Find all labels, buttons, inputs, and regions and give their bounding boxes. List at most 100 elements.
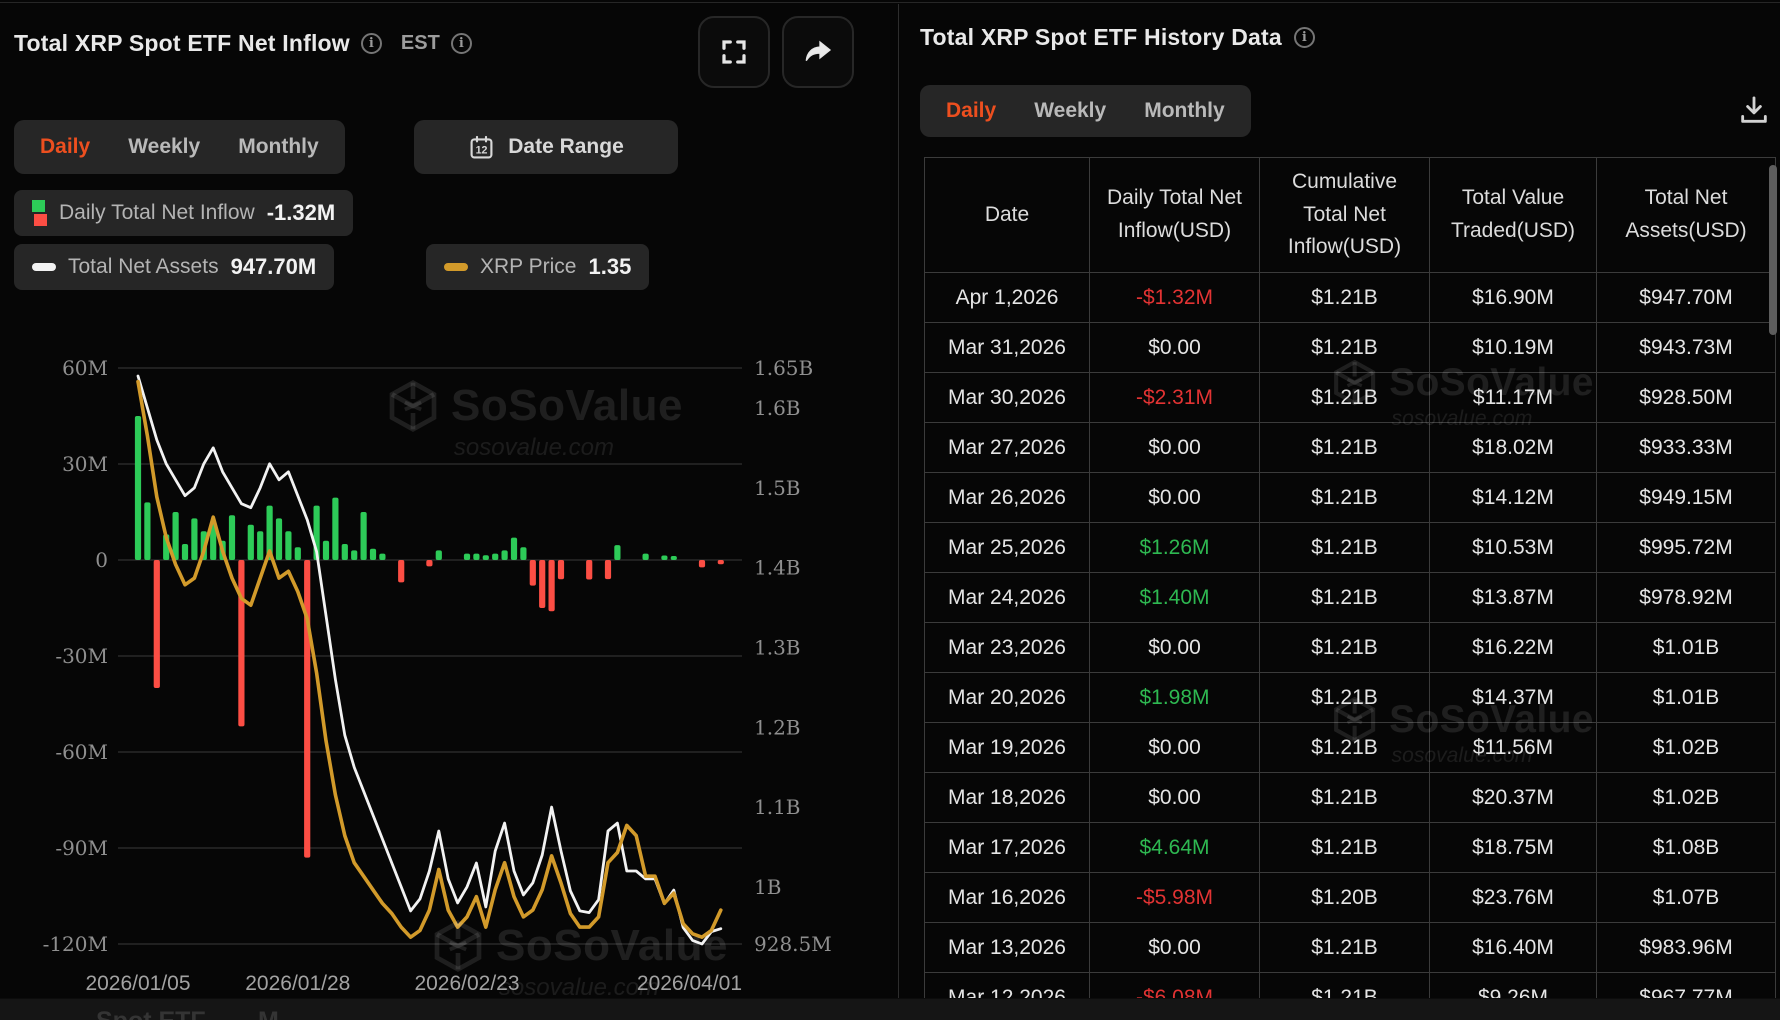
inflow-bar[interactable] (351, 550, 358, 560)
inflow-bar[interactable] (379, 553, 386, 560)
clipped-next-section: Spot ETF M (0, 998, 1780, 1020)
inflow-bar[interactable] (435, 550, 442, 560)
inflow-bar[interactable] (322, 540, 330, 560)
table-row[interactable]: Mar 17,2026 $4.64M $1.21B $18.75M $1.08B (924, 823, 1776, 873)
inflow-bar[interactable] (257, 531, 264, 560)
table-row[interactable]: Mar 30,2026 -$2.31M $1.21B $11.17M $928.50M (924, 373, 1776, 423)
table-row[interactable]: Mar 26,2026 $0.00 $1.21B $14.12M $949.15M (924, 473, 1776, 523)
right-axis-tick: 1.3B (754, 635, 801, 659)
tab-monthly[interactable]: Monthly (1144, 99, 1224, 123)
legend-value: 947.70M (230, 254, 317, 279)
inflow-bar[interactable] (473, 553, 480, 560)
legend-value: -1.32M (266, 200, 336, 225)
inflow-bar[interactable] (426, 560, 433, 567)
top-divider (0, 2, 1780, 3)
table-row[interactable]: Mar 20,2026 $1.98M $1.21B $14.37M $1.01B (924, 673, 1776, 723)
inflow-bar[interactable] (247, 524, 254, 560)
inflow-bar[interactable] (398, 560, 405, 583)
table-row[interactable]: Apr 1,2026 -$1.32M $1.21B $16.90M $947.70M (924, 273, 1776, 323)
inflow-bar[interactable] (670, 555, 677, 560)
fullscreen-button[interactable] (698, 16, 770, 88)
inflow-bar[interactable] (557, 560, 565, 580)
inflow-bar[interactable] (717, 560, 724, 565)
download-button[interactable] (1732, 88, 1776, 132)
inflow-bar[interactable] (341, 544, 348, 560)
table-info-icon[interactable]: i (1293, 27, 1315, 48)
inflow-bar[interactable] (492, 553, 499, 560)
net-inflow-chart[interactable]: 60M 30M 0 -30M -60M -90M -120M 1.65B 1.6B 1.5B 1.4… (0, 300, 898, 1020)
table-row[interactable]: Mar 19,2026 $0.00 $1.21B $11.56M $1.02B (924, 723, 1776, 773)
tab-weekly[interactable]: Weekly (128, 135, 200, 159)
table-row[interactable]: Mar 27,2026 $0.00 $1.21B $18.02M $933.33M (924, 423, 1776, 473)
inflow-bar[interactable] (238, 560, 245, 727)
table-cell: $18.02M (1430, 423, 1597, 472)
inflow-bar[interactable] (642, 553, 649, 560)
inflow-bar[interactable] (181, 544, 189, 560)
inflow-bar[interactable] (539, 560, 546, 608)
table-row[interactable]: Mar 16,2026 -$5.98M $1.20B $23.76M $1.07B (924, 873, 1776, 923)
tab-monthly[interactable]: Monthly (238, 135, 318, 159)
inflow-bar[interactable] (604, 560, 612, 580)
table-row[interactable]: Mar 12,2026 -$6.08M $1.21B $9.26M $967.77M (924, 973, 1776, 998)
table-cell: $983.96M (1597, 923, 1776, 972)
inflow-bar[interactable] (285, 531, 292, 560)
table-cell: $1.21B (1260, 273, 1430, 322)
tab-weekly[interactable]: Weekly (1034, 99, 1106, 123)
inflow-bar[interactable] (144, 502, 151, 560)
inflow-bar[interactable] (482, 555, 489, 560)
inflow-bar[interactable] (228, 515, 236, 560)
inflow-bar[interactable] (332, 497, 339, 560)
table-row[interactable]: Mar 13,2026 $0.00 $1.21B $16.40M $983.96M (924, 923, 1776, 973)
inflow-bar[interactable] (294, 547, 301, 560)
inflow-bar[interactable] (586, 560, 593, 580)
table-cell: $978.92M (1597, 573, 1776, 622)
inflow-bar[interactable] (360, 512, 367, 560)
inflow-bar[interactable] (548, 560, 555, 612)
legend-item-xrp-price[interactable]: XRP Price 1.35 (426, 244, 650, 290)
legend-item-daily-total-net-inflow[interactable]: Daily Total Net Inflow -1.32M (14, 190, 354, 236)
info-icon[interactable]: i (360, 33, 382, 54)
table-cell: $933.33M (1597, 423, 1776, 472)
history-data-table[interactable]: Date Daily Total Net Inflow(USD) Cumulativ… (924, 157, 1776, 998)
share-button[interactable] (782, 16, 854, 88)
table-cell: $0.00 (1090, 423, 1260, 472)
timezone-info-icon[interactable]: i (450, 33, 472, 54)
inflow-bar[interactable] (510, 537, 518, 560)
table-row[interactable]: Mar 31,2026 $0.00 $1.21B $10.19M $943.73M (924, 323, 1776, 373)
table-cell: $23.76M (1430, 873, 1597, 922)
table-cell: Mar 13,2026 (924, 923, 1090, 972)
inflow-bar[interactable] (529, 560, 536, 586)
legend-label: XRP Price (480, 255, 577, 278)
total-net-assets-line (136, 374, 723, 946)
inflow-bar[interactable] (275, 518, 283, 560)
inflow-bar[interactable] (614, 545, 621, 560)
chart-period-tabs: Daily Weekly Monthly (14, 120, 345, 174)
table-cell: Mar 12,2026 (924, 973, 1090, 998)
table-row[interactable]: Mar 25,2026 $1.26M $1.21B $10.53M $995.72M (924, 523, 1776, 573)
clipped-text: M (258, 1007, 279, 1020)
legend-item-total-net-assets[interactable]: Total Net Assets 947.70M (14, 244, 335, 290)
inflow-bar[interactable] (501, 550, 508, 560)
inflow-bar[interactable] (520, 547, 527, 560)
left-axis-tick: 60M (62, 356, 108, 380)
table-row[interactable]: Mar 24,2026 $1.40M $1.21B $13.87M $978.92M (924, 573, 1776, 623)
table-row[interactable]: Mar 18,2026 $0.00 $1.21B $20.37M $1.02B (924, 773, 1776, 823)
table-cell: $943.73M (1597, 323, 1776, 372)
inflow-bar[interactable] (661, 555, 668, 560)
inflow-bar[interactable] (369, 548, 377, 560)
inflow-bar[interactable] (304, 560, 311, 858)
table-cell: $9.26M (1430, 973, 1597, 998)
inflow-bar[interactable] (698, 560, 706, 568)
inflow-bar[interactable] (191, 518, 198, 560)
xrp-price-line (136, 379, 723, 940)
tab-daily[interactable]: Daily (40, 135, 90, 159)
table-cell: $20.37M (1430, 773, 1597, 822)
date-range-button[interactable]: 12 Date Range (414, 120, 678, 174)
table-scrollbar[interactable] (1769, 165, 1777, 335)
inflow-bar[interactable] (134, 416, 142, 560)
inflow-bar[interactable] (463, 553, 471, 560)
tab-daily[interactable]: Daily (946, 99, 996, 123)
table-cell: $14.12M (1430, 473, 1597, 522)
table-row[interactable]: Mar 23,2026 $0.00 $1.21B $16.22M $1.01B (924, 623, 1776, 673)
inflow-bar[interactable] (153, 560, 160, 688)
